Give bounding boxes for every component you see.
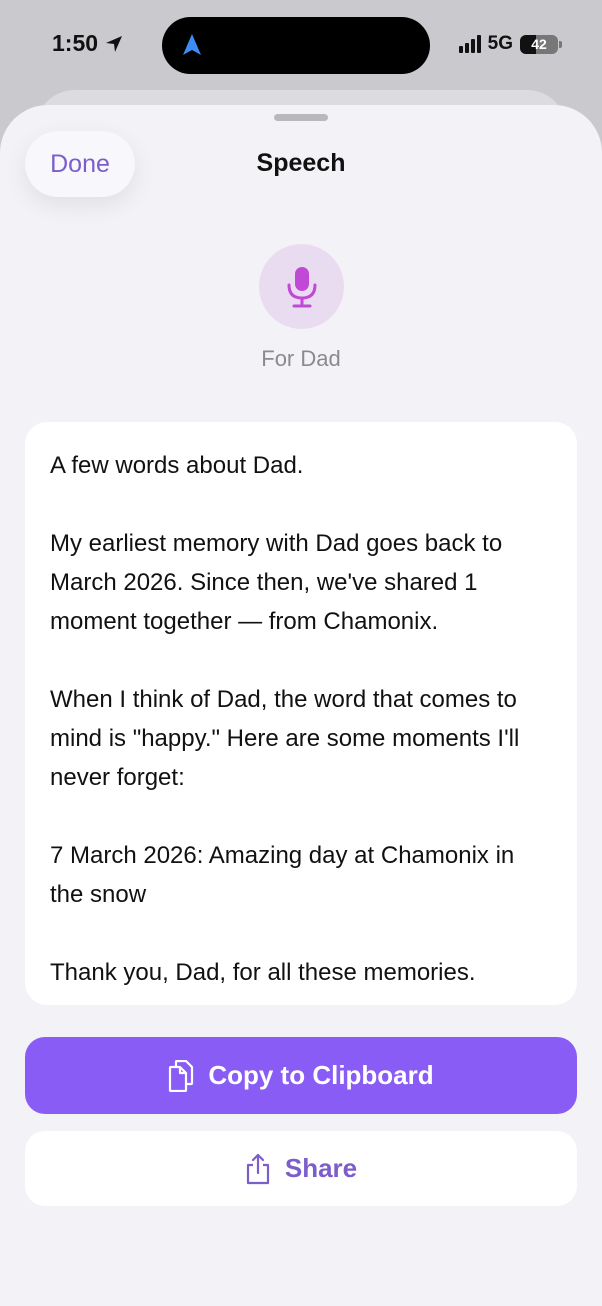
share-button[interactable]: Share (25, 1131, 577, 1206)
navigation-arrow-icon (183, 34, 201, 55)
share-icon (246, 1153, 269, 1184)
share-button-label: Share (284, 1153, 358, 1183)
battery-level: 42 (531, 36, 547, 52)
speech-paragraph: My earliest memory with Dad goes back to… (50, 530, 503, 635)
mic-badge (259, 244, 344, 329)
speech-paragraph: Thank you, Dad, for all these memories. (50, 959, 476, 986)
speech-sheet: Done Speech For Dad A few words about Da… (0, 105, 602, 1306)
speech-paragraph: A few words about Dad. (50, 452, 304, 479)
battery-icon: 42 (520, 34, 562, 54)
speech-text-card: A few words about Dad. My earliest memor… (25, 422, 577, 1005)
dynamic-island (162, 17, 430, 74)
status-bar: 1:50 5G 42 (0, 0, 602, 90)
speech-subtitle: For Dad (261, 346, 341, 371)
speech-paragraph: When I think of Dad, the word that comes… (50, 686, 520, 791)
time-label: 1:50 (52, 30, 99, 56)
microphone-icon (287, 266, 316, 307)
sheet-title: Speech (256, 149, 346, 177)
copy-button-label: Copy to Clipboard (208, 1060, 434, 1090)
signal-icon (458, 35, 481, 53)
copy-to-clipboard-button[interactable]: Copy to Clipboard (25, 1037, 577, 1114)
network-label: 5G (487, 33, 513, 54)
speech-paragraph: 7 March 2026: Amazing day at Chamonix in… (50, 842, 515, 908)
status-time: 1:50 (52, 30, 124, 57)
location-arrow-icon (106, 35, 123, 52)
sheet-grabber[interactable] (274, 114, 328, 121)
status-indicators: 5G 42 (458, 33, 562, 55)
documents-icon (169, 1059, 194, 1092)
